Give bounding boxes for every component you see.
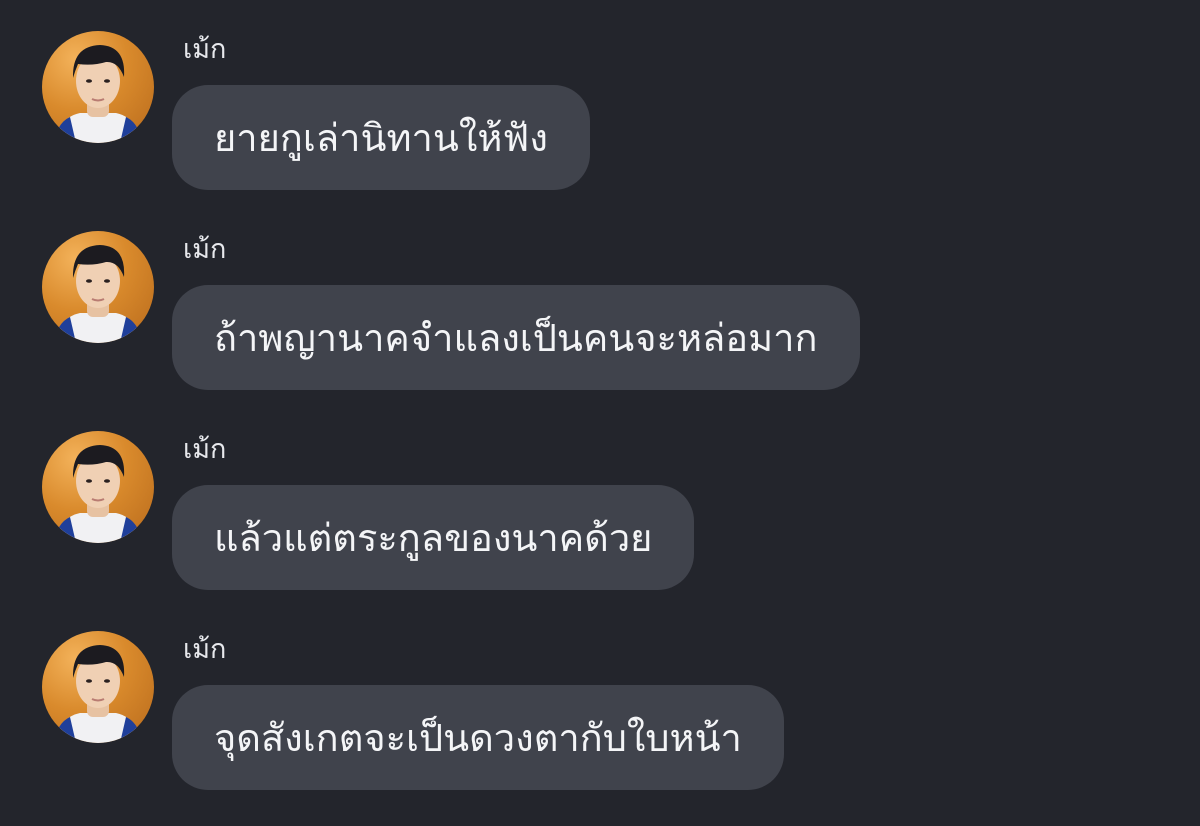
message-text: จุดสังเกตจะเป็นดวงตากับใบหน้า bbox=[214, 715, 742, 760]
sender-name: เม้ก bbox=[183, 234, 227, 265]
chat-thread: เม้ก ยายกูเล่านิทานให้ฟัง เม้ก ถ้าพญานาค… bbox=[0, 0, 1200, 826]
avatar[interactable] bbox=[42, 31, 154, 143]
sender-name: เม้ก bbox=[183, 434, 227, 465]
avatar-portrait bbox=[54, 645, 142, 743]
avatar[interactable] bbox=[42, 631, 154, 743]
avatar[interactable] bbox=[42, 431, 154, 543]
message-text: ยายกูเล่านิทานให้ฟัง bbox=[214, 115, 548, 160]
message-row: เม้ก ถ้าพญานาคจำแลงเป็นคนจะหล่อมาก bbox=[0, 200, 1200, 400]
sender-name: เม้ก bbox=[183, 34, 227, 65]
avatar-portrait bbox=[54, 445, 142, 543]
message-bubble[interactable]: ถ้าพญานาคจำแลงเป็นคนจะหล่อมาก bbox=[172, 285, 860, 390]
message-row: เม้ก จุดสังเกตจะเป็นดวงตากับใบหน้า bbox=[0, 600, 1200, 800]
avatar[interactable] bbox=[42, 231, 154, 343]
message-row: เม้ก ยายกูเล่านิทานให้ฟัง bbox=[0, 0, 1200, 200]
avatar-portrait bbox=[54, 245, 142, 343]
message-bubble[interactable]: จุดสังเกตจะเป็นดวงตากับใบหน้า bbox=[172, 685, 784, 790]
message-row: เม้ก แล้วแต่ตระกูลของนาคด้วย bbox=[0, 400, 1200, 600]
message-text: ถ้าพญานาคจำแลงเป็นคนจะหล่อมาก bbox=[214, 315, 818, 360]
message-bubble[interactable]: แล้วแต่ตระกูลของนาคด้วย bbox=[172, 485, 695, 590]
message-bubble[interactable]: ยายกูเล่านิทานให้ฟัง bbox=[172, 85, 590, 190]
avatar-portrait bbox=[54, 45, 142, 143]
sender-name: เม้ก bbox=[183, 634, 227, 665]
message-text: แล้วแต่ตระกูลของนาคด้วย bbox=[214, 515, 653, 560]
